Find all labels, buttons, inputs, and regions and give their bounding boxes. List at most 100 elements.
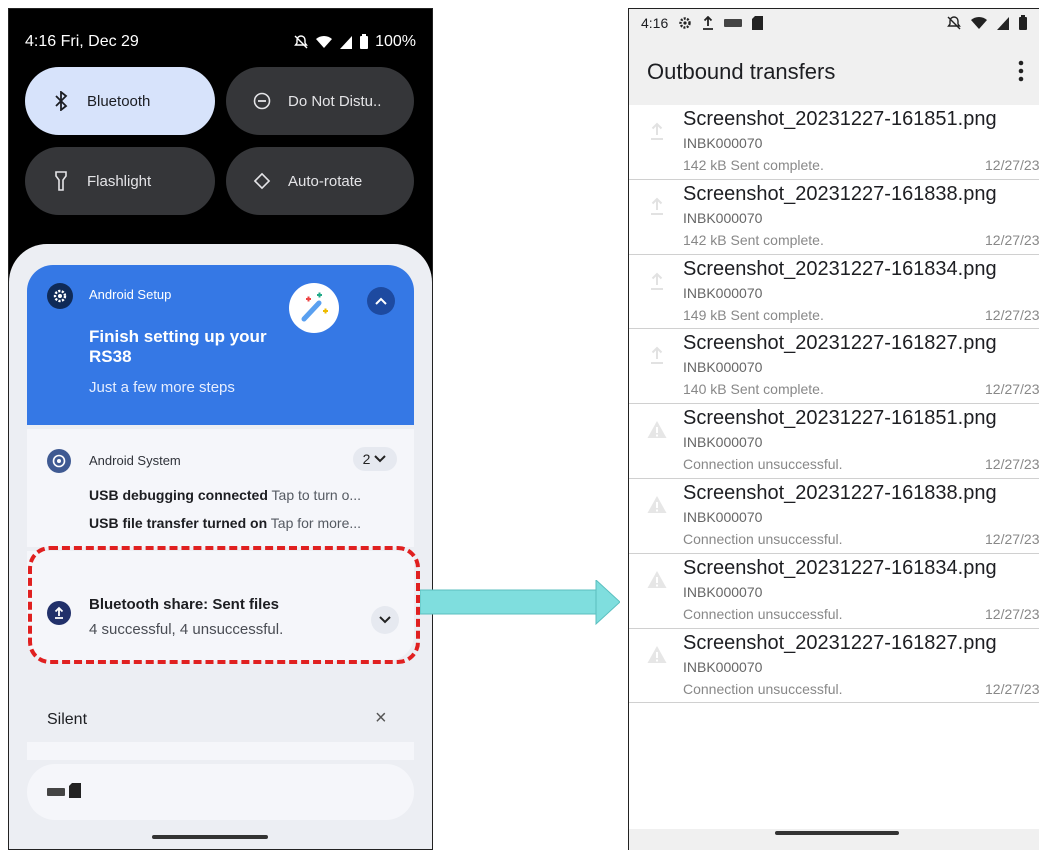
wifi-icon	[316, 35, 333, 48]
notification-app-name: Android System	[89, 453, 181, 468]
page-title: Outbound transfers	[647, 59, 836, 84]
transfer-status: 142 kB Sent complete.	[683, 231, 824, 248]
upload-icon	[651, 197, 663, 215]
transfer-row[interactable]: Screenshot_20231227-161838.png INBK000070…	[629, 479, 1039, 554]
transfer-status: Connection unsuccessful.	[683, 530, 843, 547]
tile-label: Flashlight	[87, 172, 152, 190]
right-home-handle[interactable]	[775, 831, 899, 835]
volte-icon	[47, 788, 65, 796]
warning-icon	[647, 645, 667, 663]
setup-notification[interactable]: Android Setup Finish setting up your RS3…	[27, 265, 414, 425]
left-home-handle[interactable]	[152, 835, 268, 839]
file-name: Screenshot_20231227-161834.png	[683, 556, 997, 579]
transfer-row[interactable]: Screenshot_20231227-161834.png INBK000070…	[629, 255, 1039, 330]
transfer-date: 12/27/23	[985, 605, 1039, 622]
transfer-row[interactable]: Screenshot_20231227-161851.png INBK000070…	[629, 105, 1039, 180]
collapse-button[interactable]	[367, 287, 395, 315]
transfer-status: Connection unsuccessful.	[683, 680, 843, 697]
transfer-row[interactable]: Screenshot_20231227-161838.png INBK000070…	[629, 180, 1039, 255]
device-name: INBK000070	[683, 284, 763, 301]
settings-gear-icon	[679, 17, 691, 29]
file-name: Screenshot_20231227-161827.png	[683, 332, 997, 355]
chevron-up-icon	[375, 297, 387, 305]
silent-notification-strip	[27, 742, 414, 760]
file-name: Screenshot_20231227-161827.png	[683, 631, 997, 654]
transfer-row[interactable]: Screenshot_20231227-161827.png INBK000070…	[629, 329, 1039, 405]
device-name: INBK000070	[683, 209, 763, 226]
file-name: Screenshot_20231227-161851.png	[683, 407, 997, 430]
line-text: Tap for more...	[267, 515, 362, 531]
sd-card-icon	[752, 16, 764, 30]
tile-flashlight[interactable]: Flashlight	[25, 147, 215, 215]
device-name: INBK000070	[683, 583, 763, 600]
silent-notification[interactable]	[27, 764, 414, 820]
highlight-box	[28, 546, 420, 664]
system-notification[interactable]: Android System 2 USB debugging connected…	[27, 429, 414, 547]
transfer-date: 12/27/23	[985, 231, 1039, 248]
sd-card-icon	[69, 783, 81, 798]
upload-icon	[651, 272, 663, 290]
wifi-icon	[971, 16, 987, 29]
transfer-status: Connection unsuccessful.	[683, 456, 843, 473]
notification-app-name: Android Setup	[89, 287, 172, 302]
volte-icon	[724, 19, 743, 27]
tile-auto-rotate[interactable]: Auto-rotate	[226, 147, 414, 215]
chevron-down-icon	[374, 455, 387, 463]
silent-section-label: Silent	[47, 711, 88, 728]
tile-bluetooth[interactable]: Bluetooth	[25, 67, 215, 135]
tile-do-not-disturb[interactable]: Do Not Distu..	[226, 67, 414, 135]
transfer-date: 12/27/23	[985, 157, 1039, 173]
transfer-date: 12/27/23	[985, 530, 1039, 547]
transfer-row[interactable]: Screenshot_20231227-161851.png INBK000070…	[629, 404, 1039, 479]
transfer-status: 142 kB Sent complete.	[683, 157, 824, 173]
upload-icon	[703, 16, 714, 30]
transfer-row[interactable]: Screenshot_20231227-161834.png INBK000070…	[629, 554, 1039, 629]
warning-icon	[647, 570, 667, 588]
battery-percent: 100%	[375, 33, 416, 50]
dnd-off-icon	[294, 35, 308, 49]
status-time-date: 4:16 Fri, Dec 29	[25, 33, 139, 50]
device-name: INBK000070	[683, 508, 763, 525]
warning-icon	[647, 421, 667, 439]
tile-label: Do Not Distu..	[288, 92, 382, 110]
device-name: INBK000070	[683, 135, 763, 151]
settings-gear-icon	[47, 283, 73, 309]
right-phone-screen: 4:16 Outbound transfers Screenshot_20231…	[628, 8, 1039, 850]
upload-icon	[651, 346, 663, 365]
line-text: Tap to turn o...	[267, 487, 362, 503]
more-options-icon[interactable]	[1011, 57, 1031, 85]
status-bar: 4:16	[629, 9, 1039, 37]
status-time: 4:16	[641, 15, 669, 31]
expand-count-button[interactable]: 2	[353, 447, 397, 471]
usb-file-transfer-line[interactable]: USB file transfer turned on Tap for more…	[89, 515, 399, 531]
app-bar: Outbound transfers	[629, 37, 1039, 105]
dnd-off-icon	[947, 16, 961, 30]
notification-count: 2	[362, 451, 371, 467]
tile-label: Bluetooth	[87, 92, 151, 110]
warning-icon	[647, 495, 667, 513]
transfer-date: 12/27/23	[985, 456, 1039, 473]
left-phone-screen: 4:16 Fri, Dec 29 100% Bluetooth Do Not D…	[8, 8, 433, 850]
bluetooth-icon	[49, 91, 73, 111]
arrow-right-icon	[420, 580, 620, 626]
transfer-date: 12/27/23	[985, 680, 1039, 697]
battery-icon	[360, 34, 369, 49]
file-name: Screenshot_20231227-161851.png	[683, 108, 997, 130]
transfer-row[interactable]: Screenshot_20231227-161827.png INBK000070…	[629, 629, 1039, 704]
usb-debugging-line[interactable]: USB debugging connected Tap to turn o...	[89, 487, 399, 503]
transfer-date: 12/27/23	[985, 306, 1039, 323]
file-name: Screenshot_20231227-161834.png	[683, 257, 997, 280]
close-icon[interactable]: ×	[375, 707, 387, 730]
transfer-list: Screenshot_20231227-161851.png INBK000070…	[629, 105, 1039, 704]
upload-icon	[651, 122, 663, 140]
line-title: USB file transfer turned on	[89, 515, 268, 531]
battery-icon	[1019, 15, 1027, 30]
status-bar: 4:16 Fri, Dec 29 100%	[25, 31, 416, 53]
line-title: USB debugging connected	[89, 487, 268, 503]
tile-label: Auto-rotate	[288, 172, 363, 190]
auto-rotate-icon	[250, 171, 274, 191]
device-name: INBK000070	[683, 434, 763, 451]
status-icons: 100%	[293, 33, 416, 51]
signal-icon	[997, 17, 1009, 30]
transfer-status: 140 kB Sent complete.	[683, 381, 824, 398]
